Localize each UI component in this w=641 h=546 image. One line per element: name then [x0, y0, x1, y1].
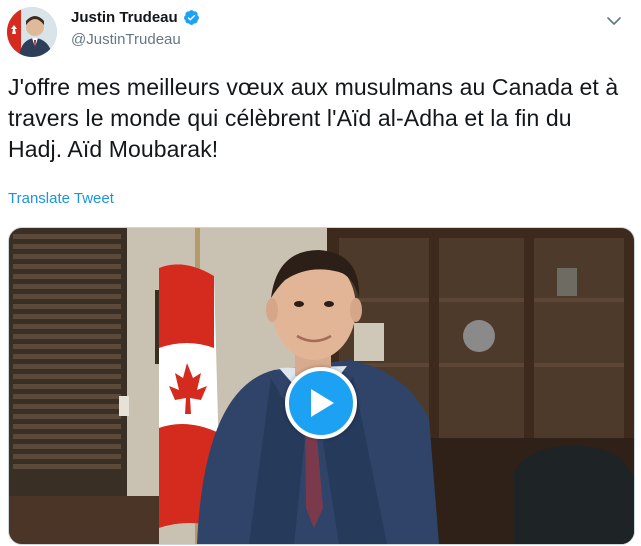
avatar[interactable] — [7, 7, 57, 57]
chevron-down-icon — [607, 17, 621, 25]
translate-tweet-link[interactable]: Translate Tweet — [8, 190, 114, 207]
video-player[interactable] — [8, 227, 635, 545]
author-name-row: Justin Trudeau — [71, 9, 200, 26]
play-icon — [311, 389, 334, 417]
tweet-text: J'offre mes meilleurs vœux aux musulmans… — [8, 74, 619, 162]
author-handle[interactable]: @JustinTrudeau — [71, 31, 181, 48]
avatar-image — [7, 7, 57, 57]
tweet-card: Justin Trudeau @JustinTrudeau J'offre me… — [0, 0, 641, 546]
verified-badge-icon — [183, 9, 200, 26]
more-options-button[interactable] — [605, 12, 623, 30]
author-display-name[interactable]: Justin Trudeau — [71, 9, 178, 26]
play-button[interactable] — [285, 367, 357, 439]
